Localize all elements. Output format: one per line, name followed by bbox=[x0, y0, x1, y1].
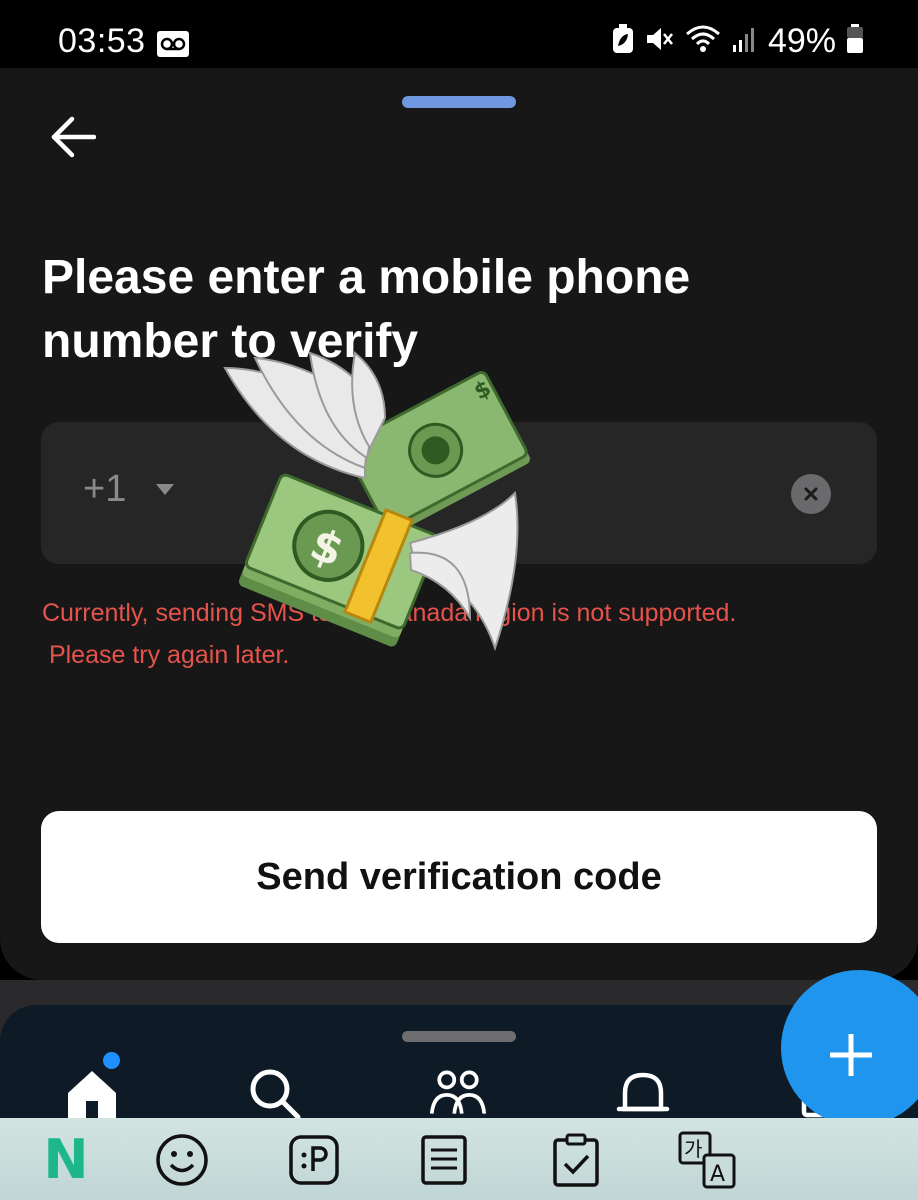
battery-icon bbox=[846, 24, 864, 59]
sticker-icon bbox=[289, 1135, 339, 1185]
country-code-selector[interactable]: +1 bbox=[83, 468, 175, 511]
sticker-button[interactable] bbox=[282, 1128, 346, 1192]
keyboard-logo-button[interactable]: N bbox=[34, 1128, 98, 1192]
back-button[interactable] bbox=[44, 108, 102, 166]
error-message: Currently, sending SMS to US/Canada regi… bbox=[42, 592, 736, 676]
keyboard-toolbar: N 가 A bbox=[0, 1118, 918, 1200]
bottom-navigation bbox=[0, 1005, 918, 1125]
emoji-button[interactable] bbox=[150, 1128, 214, 1192]
phone-number-field: +1 bbox=[41, 422, 877, 564]
nav-notifications[interactable] bbox=[613, 1065, 673, 1125]
nav-home[interactable] bbox=[62, 1065, 122, 1125]
nav-community[interactable] bbox=[428, 1065, 488, 1125]
clipboard-icon bbox=[421, 1135, 467, 1185]
battery-percent: 49% bbox=[767, 22, 836, 60]
error-message-line-2: Please try again later. bbox=[42, 641, 290, 669]
svg-text:A: A bbox=[710, 1162, 725, 1187]
community-icon bbox=[429, 1070, 487, 1114]
svg-text:가: 가 bbox=[684, 1137, 702, 1161]
notification-dot bbox=[103, 1052, 120, 1069]
translate-button[interactable]: 가 A bbox=[676, 1128, 740, 1192]
battery-saver-icon bbox=[612, 24, 634, 59]
bottom-sheet-handle[interactable] bbox=[402, 1031, 516, 1042]
status-icons: 49% bbox=[612, 22, 864, 61]
sheet-drag-handle[interactable] bbox=[402, 96, 516, 108]
svg-text:$: $ bbox=[470, 376, 495, 405]
send-verification-code-button[interactable]: Send verification code bbox=[41, 811, 877, 943]
emoji-icon bbox=[156, 1134, 208, 1186]
home-icon bbox=[68, 1071, 116, 1121]
close-icon bbox=[804, 487, 818, 501]
error-message-line-1: Currently, sending SMS to US/Canada regi… bbox=[42, 599, 737, 627]
nav-search[interactable] bbox=[244, 1065, 304, 1125]
back-arrow-icon bbox=[51, 116, 96, 158]
wifi-icon bbox=[684, 24, 722, 59]
search-icon bbox=[250, 1069, 301, 1120]
status-time: 03:53 bbox=[58, 22, 146, 60]
country-code-label: +1 bbox=[83, 468, 127, 510]
status-bar: 03:53 49% bbox=[0, 0, 918, 70]
phone-number-input[interactable] bbox=[241, 452, 765, 534]
bell-icon bbox=[616, 1072, 670, 1112]
plus-icon bbox=[830, 1034, 872, 1076]
checklist-button[interactable] bbox=[544, 1128, 608, 1192]
checklist-icon bbox=[553, 1133, 599, 1187]
signal-icon bbox=[732, 25, 758, 58]
clipboard-button[interactable] bbox=[412, 1128, 476, 1192]
clear-input-button[interactable] bbox=[791, 474, 831, 514]
page-title: Please enter a mobile phone number to ve… bbox=[42, 251, 691, 368]
translate-icon: 가 A bbox=[678, 1131, 736, 1189]
keyboard-logo: N bbox=[43, 1128, 89, 1191]
mute-icon bbox=[644, 24, 674, 59]
voicemail-icon bbox=[156, 30, 190, 63]
verification-sheet: Please enter a mobile phone number to ve… bbox=[0, 68, 918, 980]
chevron-down-icon bbox=[156, 484, 175, 495]
